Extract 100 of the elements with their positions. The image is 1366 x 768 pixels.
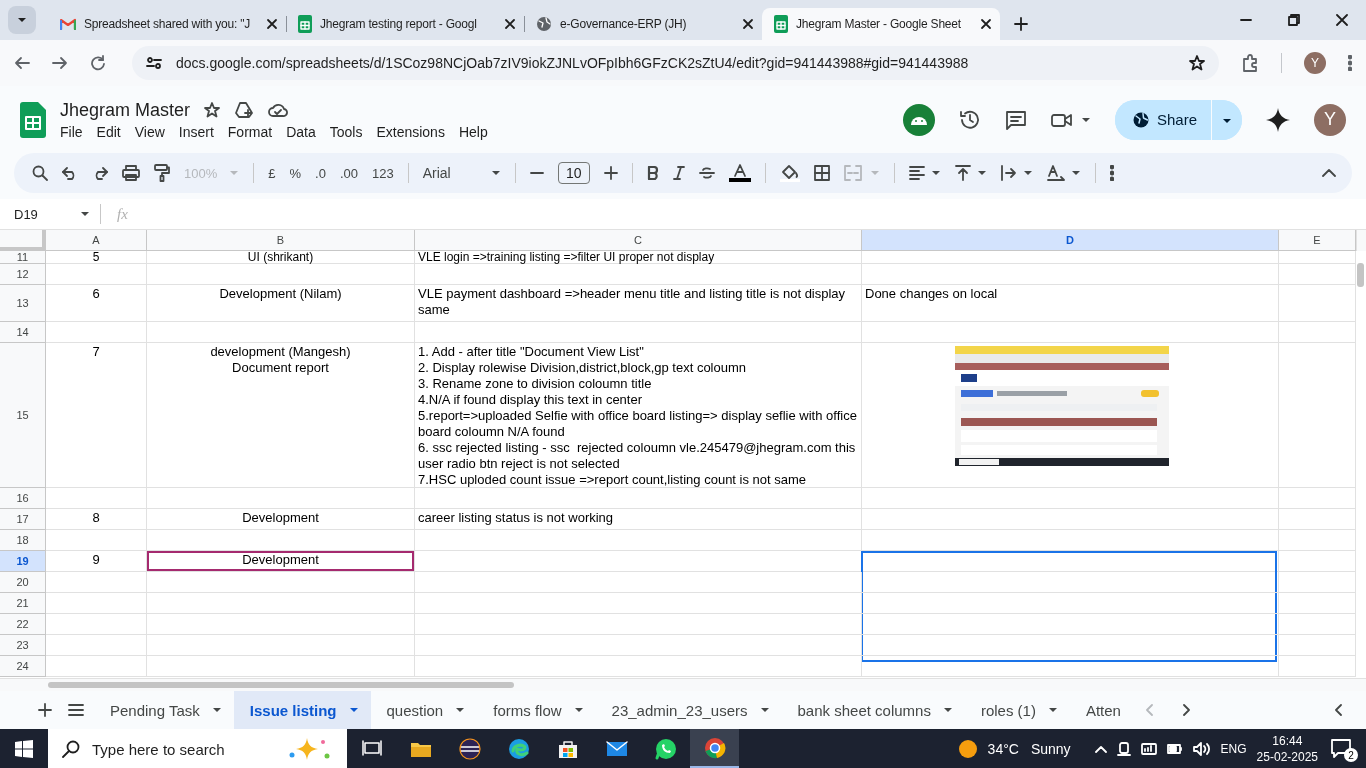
percent-button[interactable]: % xyxy=(289,165,302,181)
table-cell[interactable] xyxy=(1279,530,1356,551)
table-cell[interactable] xyxy=(862,509,1279,530)
extensions-icon[interactable] xyxy=(1241,54,1259,72)
table-cell[interactable] xyxy=(1279,551,1356,572)
cloud-status-icon[interactable] xyxy=(268,103,289,117)
paint-format-icon[interactable] xyxy=(154,164,170,182)
table-cell[interactable] xyxy=(415,264,862,285)
scrollbar-thumb[interactable] xyxy=(48,682,514,688)
plus-icon[interactable] xyxy=(603,166,618,180)
row-header[interactable]: 24 xyxy=(0,656,46,677)
table-cell[interactable] xyxy=(415,530,862,551)
sheet-tab[interactable]: forms flow xyxy=(477,691,596,729)
table-cell[interactable] xyxy=(1279,572,1356,593)
forward-icon[interactable] xyxy=(52,55,68,71)
decrease-decimals-button[interactable]: .0 xyxy=(315,165,326,181)
sheet-tab[interactable]: roles (1) xyxy=(964,691,1070,729)
table-cell[interactable] xyxy=(147,614,415,635)
menu-item[interactable]: Data xyxy=(279,123,323,140)
menu-icon[interactable] xyxy=(68,704,84,716)
table-cell[interactable]: Development xyxy=(147,509,415,530)
table-cell[interactable] xyxy=(415,488,862,509)
table-cell[interactable]: Development (Nilam) xyxy=(147,285,415,322)
tab-search-button[interactable] xyxy=(8,6,36,34)
table-cell[interactable] xyxy=(1279,264,1356,285)
table-cell[interactable] xyxy=(147,593,415,614)
sheet-tab[interactable]: 23_admin_23_users xyxy=(595,691,782,729)
chevron-up-icon[interactable] xyxy=(1094,745,1107,753)
sheet-tab[interactable]: Issue listing xyxy=(233,691,371,729)
browser-tab[interactable]: Spreadsheet shared with you: "J xyxy=(48,8,286,40)
add-sheet-icon[interactable] xyxy=(38,703,52,717)
row-header[interactable]: 17 xyxy=(0,509,46,530)
table-cell[interactable] xyxy=(862,251,1279,264)
comment-icon[interactable] xyxy=(1004,109,1027,130)
table-cell[interactable] xyxy=(147,572,415,593)
borders-icon[interactable] xyxy=(813,165,830,181)
row-header[interactable]: 16 xyxy=(0,488,46,509)
more-icon[interactable] xyxy=(1109,165,1114,181)
chat-icon[interactable] xyxy=(653,737,678,761)
table-cell[interactable] xyxy=(1279,343,1356,488)
camera-icon[interactable] xyxy=(1116,742,1131,756)
table-cell[interactable] xyxy=(862,551,1279,572)
row-header[interactable]: 14 xyxy=(0,322,46,343)
table-cell[interactable]: 1. Add - after title "Document View List" 2. Display rolewise Division,district,block,gp text coloumn 3. Rename zone to division coloumn title 4.N/A if found display this text in center 5.report=>uploaded Selfie with office board listing=> display seflie with office board coloumn N/A found 6. ssc rejected listing - ssc rejected coloumn vle.245479@jhegram.com this user radio btn reject is not selected 7.HSC uploded count issue =>report count,listing count is not same xyxy=(415,343,862,488)
table-cell[interactable] xyxy=(862,635,1279,656)
table-cell[interactable] xyxy=(862,322,1279,343)
browser-tab[interactable]: e-Governance-ERP (JH) xyxy=(524,8,762,40)
table-cell[interactable] xyxy=(147,488,415,509)
font-size-field[interactable]: 10 xyxy=(557,162,590,184)
text-rotation-icon[interactable] xyxy=(1046,165,1065,181)
column-header[interactable]: A xyxy=(46,230,147,251)
document-title[interactable]: Jhegram Master xyxy=(60,99,191,121)
row-header[interactable]: 11 xyxy=(0,251,46,264)
close-icon[interactable] xyxy=(266,18,278,30)
notification-icon[interactable] xyxy=(1330,738,1352,758)
language-indicator[interactable]: ENG xyxy=(1220,742,1247,756)
table-cell[interactable] xyxy=(46,656,147,677)
address-bar[interactable]: docs.google.com/spreadsheets/d/1SCoz98NCjOab7zIV9iokZJNLvOFpIbh6GFzCK2sZtU4/edit?gid=941443988#gid=941443988 xyxy=(132,46,1219,80)
reload-icon[interactable] xyxy=(90,55,106,71)
table-cell[interactable]: UI (shrikant) xyxy=(147,251,415,264)
text-wrap-icon[interactable] xyxy=(1000,165,1017,181)
row-header[interactable]: 19 xyxy=(0,551,46,572)
print-icon[interactable] xyxy=(122,165,140,181)
table-cell[interactable] xyxy=(1279,593,1356,614)
menu-item[interactable]: Tools xyxy=(322,123,370,140)
row-header[interactable]: 21 xyxy=(0,593,46,614)
table-cell[interactable] xyxy=(415,572,862,593)
strikethrough-icon[interactable] xyxy=(698,166,715,180)
sheet-tab[interactable]: Atten xyxy=(1069,691,1133,729)
table-cell[interactable]: 5 xyxy=(46,251,147,264)
star-icon[interactable] xyxy=(1189,55,1205,71)
move-to-drive-icon[interactable] xyxy=(234,102,255,118)
table-cell[interactable]: 7 xyxy=(46,343,147,488)
name-box[interactable]: D19 xyxy=(0,206,100,222)
collapse-icon[interactable] xyxy=(1322,169,1336,177)
table-cell[interactable] xyxy=(46,530,147,551)
table-cell[interactable] xyxy=(1279,251,1356,264)
merge-cells-icon[interactable] xyxy=(843,165,862,181)
text-color-icon[interactable] xyxy=(728,164,751,182)
close-icon[interactable] xyxy=(742,18,754,30)
new-tab-icon[interactable] xyxy=(1014,17,1028,31)
row-header[interactable]: 23 xyxy=(0,635,46,656)
table-cell[interactable] xyxy=(415,322,862,343)
row-header[interactable]: 15 xyxy=(0,343,46,488)
table-cell[interactable] xyxy=(147,656,415,677)
network-icon[interactable] xyxy=(1140,742,1157,756)
row-header[interactable]: 22 xyxy=(0,614,46,635)
table-cell[interactable] xyxy=(1279,635,1356,656)
currency-button[interactable]: £ xyxy=(268,165,276,181)
row-header[interactable]: 20 xyxy=(0,572,46,593)
row-header[interactable]: 12 xyxy=(0,264,46,285)
table-cell[interactable]: 9 xyxy=(46,551,147,572)
scrollbar-thumb[interactable] xyxy=(1357,263,1364,287)
collapse-sidebar-icon[interactable] xyxy=(1334,704,1342,716)
table-cell[interactable] xyxy=(46,488,147,509)
table-cell[interactable]: 8 xyxy=(46,509,147,530)
more-icon[interactable] xyxy=(1348,55,1352,71)
sheet-tab[interactable]: question xyxy=(370,691,478,729)
menu-item[interactable]: View xyxy=(127,123,172,140)
menu-item[interactable]: Format xyxy=(220,123,280,140)
